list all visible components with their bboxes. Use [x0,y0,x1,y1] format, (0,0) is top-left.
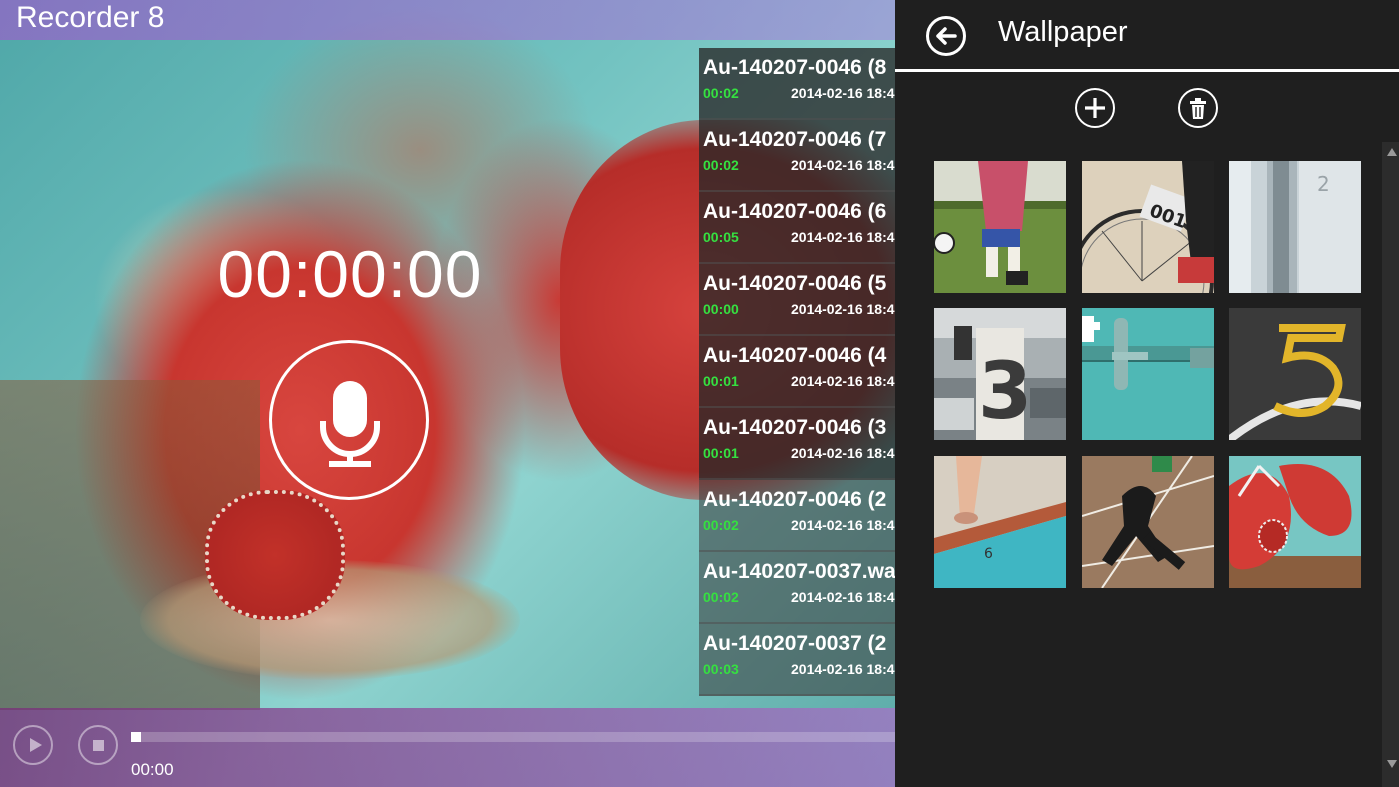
recording-date: 2014-02-16 18:4 [791,229,895,245]
panel-divider [895,69,1399,72]
recording-date: 2014-02-16 18:4 [791,373,895,389]
recording-item[interactable]: Au-140207-0046 (2 00:02 2014-02-16 18:4 [699,480,895,552]
recording-timer: 00:00:00 [217,237,483,311]
playback-position: 00:00 [131,760,174,779]
wallpaper-thumb-9[interactable] [1229,456,1361,588]
recording-name: Au-140207-0046 (6 [703,200,887,223]
recording-duration: 00:02 [703,157,739,173]
recording-duration: 00:05 [703,229,739,245]
progress-track[interactable] [131,732,895,742]
stop-button[interactable] [78,725,118,765]
plus-icon [1085,98,1105,118]
wallpaper-panel: Wallpaper 001 2 3 6 [895,0,1399,787]
red-shoes-number-8-photo [1229,456,1361,588]
recording-date: 2014-02-16 18:4 [791,517,895,533]
progress-thumb[interactable] [131,732,141,742]
hopscotch-shadow-photo [1082,456,1214,588]
back-button[interactable] [926,16,966,56]
wallpaper-thumb-8[interactable] [1082,456,1214,588]
scroll-down-arrow-icon[interactable] [1387,760,1397,768]
recording-item[interactable]: Au-140207-0046 (4 00:01 2014-02-16 18:4 [699,336,895,408]
recording-name: Au-140207-0037 (2 [703,632,887,655]
svg-text:6: 6 [984,546,993,562]
recording-date: 2014-02-16 18:4 [791,301,895,317]
recording-name: Au-140207-0037.wa [703,560,895,583]
recording-duration: 00:00 [703,301,739,317]
recording-item[interactable]: Au-140207-0046 (7 00:02 2014-02-16 18:4 [699,120,895,192]
recording-date: 2014-02-16 18:4 [791,85,895,101]
delete-wallpaper-button[interactable] [1178,88,1218,128]
glass-door-number-2-photo: 2 [1229,161,1361,293]
scroll-up-arrow-icon[interactable] [1387,148,1397,156]
play-button[interactable] [13,725,53,765]
wallpaper-thumb-1[interactable] [934,161,1066,293]
pool-edge-number-6-photo: 6 [934,456,1066,588]
bicycle-number-001-photo: 001 [1082,161,1214,293]
recording-date: 2014-02-16 18:4 [791,589,895,605]
recording-duration: 00:02 [703,589,739,605]
recording-name: Au-140207-0046 (3 [703,416,887,439]
wallpaper-thumb-7[interactable]: 6 [934,456,1066,588]
recording-item[interactable]: Au-140207-0037 (2 00:03 2014-02-16 18:4 [699,624,895,696]
panel-title: Wallpaper [998,16,1128,48]
recording-name: Au-140207-0046 (4 [703,344,887,367]
recording-name: Au-140207-0046 (5 [703,272,887,295]
recording-name: Au-140207-0046 (7 [703,128,887,151]
soccer-kid-photo [934,161,1066,293]
recording-item[interactable]: Au-140207-0046 (3 00:01 2014-02-16 18:4 [699,408,895,480]
microphone-icon [320,381,380,467]
recording-date: 2014-02-16 18:4 [791,157,895,173]
recording-date: 2014-02-16 18:4 [791,661,895,677]
wallpaper-thumb-3[interactable]: 2 [1229,161,1361,293]
app-title: Recorder 8 [16,1,165,34]
wallpaper-thumb-6[interactable] [1229,308,1361,440]
app-title-bar: Recorder 8 [0,0,895,40]
svg-text:2: 2 [1317,172,1330,196]
recording-duration: 00:03 [703,661,739,677]
recording-duration: 00:02 [703,85,739,101]
recording-name: Au-140207-0046 (8 [703,56,887,79]
wallpaper-thumb-2[interactable]: 001 [1082,161,1214,293]
wallpaper-thumb-5[interactable] [1082,308,1214,440]
recording-item[interactable]: Au-140207-0046 (6 00:05 2014-02-16 18:4 [699,192,895,264]
recordings-list[interactable]: Au-140207-0046 (8 00:02 2014-02-16 18:4 Au-… [699,48,895,708]
recording-date: 2014-02-16 18:4 [791,445,895,461]
recording-name: Au-140207-0046 (2 [703,488,887,511]
background-number-patch [205,490,345,620]
parking-number-3-photo: 3 [934,308,1066,440]
recording-duration: 00:02 [703,517,739,533]
teal-wall-hook-photo [1082,308,1214,440]
recording-duration: 00:01 [703,445,739,461]
recording-duration: 00:01 [703,373,739,389]
wallpaper-thumb-4[interactable]: 3 [934,308,1066,440]
recording-item[interactable]: Au-140207-0046 (5 00:00 2014-02-16 18:4 [699,264,895,336]
recording-item[interactable]: Au-140207-0037.wa 00:02 2014-02-16 18:4 [699,552,895,624]
record-button[interactable] [269,340,429,500]
recording-item[interactable]: Au-140207-0046 (8 00:02 2014-02-16 18:4 [699,48,895,120]
back-arrow-icon [936,27,957,45]
recorder-app: Recorder 8 00:00:00 Au-140207-0046 (8 00:… [0,0,895,787]
trash-icon [1190,98,1206,119]
svg-text:3: 3 [978,347,1032,437]
add-wallpaper-button[interactable] [1075,88,1115,128]
scrollbar[interactable] [1382,142,1399,787]
asphalt-number-5-photo [1229,308,1361,440]
